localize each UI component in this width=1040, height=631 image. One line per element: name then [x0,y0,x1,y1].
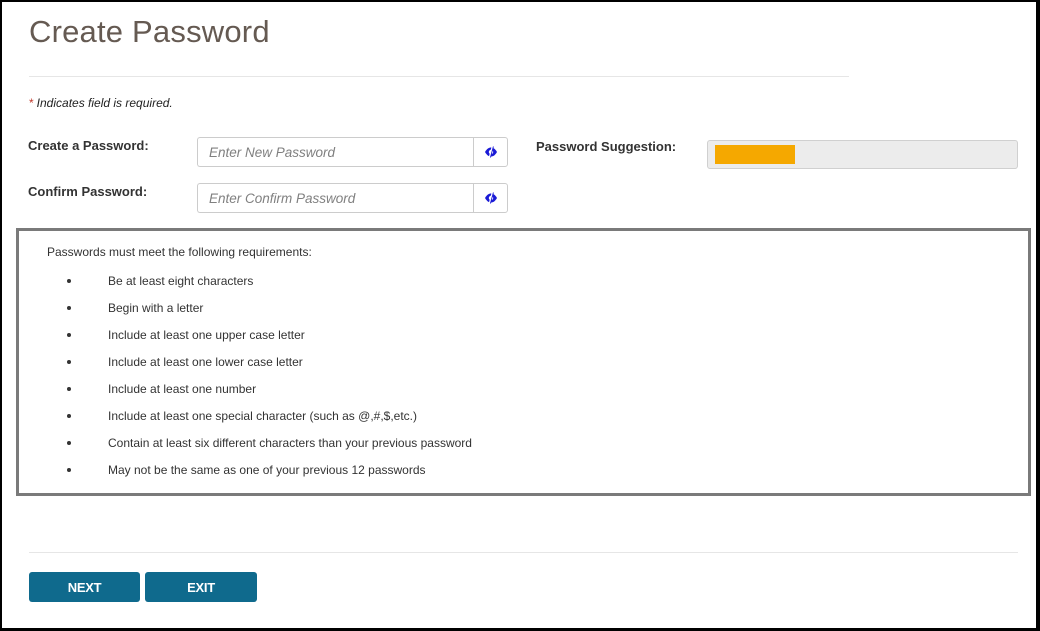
requirements-intro: Passwords must meet the following requir… [47,245,312,259]
page-title: Create Password [29,14,270,49]
requirement-text: Begin with a letter [108,301,204,315]
password-strength-meter [707,140,1018,169]
confirm-password-label: Confirm Password: [28,184,148,199]
new-password-label: Create a Password: [28,138,149,153]
password-strength-track [715,145,1010,164]
bullet-icon [67,441,71,445]
eye-slash-icon [484,146,497,158]
password-requirements-box: Passwords must meet the following requir… [16,228,1031,496]
next-button[interactable]: NEXT [29,572,140,602]
bullet-icon [67,360,71,364]
bullet-icon [67,279,71,283]
confirm-password-group [197,183,508,213]
password-suggestion-label: Password Suggestion: [536,139,677,154]
requirement-text: Include at least one number [108,382,257,396]
toggle-confirm-password-visibility-button[interactable] [473,183,508,213]
bullet-icon [67,414,71,418]
confirm-password-input[interactable] [197,183,473,213]
required-note-text: Indicates field is required. [36,96,173,110]
toggle-new-password-visibility-button[interactable] [473,137,508,167]
footer-divider [29,552,1018,553]
bullet-icon [67,468,71,472]
bullet-icon [67,387,71,391]
exit-button[interactable]: EXIT [145,572,257,602]
requirement-text: Include at least one upper case letter [108,328,305,342]
requirement-text: May not be the same as one of your previ… [108,463,426,477]
new-password-group [197,137,508,167]
header-divider [29,76,849,77]
bullet-icon [67,306,71,310]
requirement-text: Be at least eight characters [108,274,254,288]
password-strength-fill [715,145,795,164]
requirement-text: Include at least one lower case letter [108,355,303,369]
eye-slash-icon [484,192,497,204]
requirement-text: Include at least one special character (… [108,409,418,423]
bullet-icon [67,333,71,337]
new-password-input[interactable] [197,137,473,167]
requirement-text: Contain at least six different character… [108,436,472,450]
required-note: * Indicates field is required. [29,96,173,110]
required-asterisk: * [29,96,34,110]
create-password-page: Create Password * Indicates field is requ… [2,2,1036,628]
